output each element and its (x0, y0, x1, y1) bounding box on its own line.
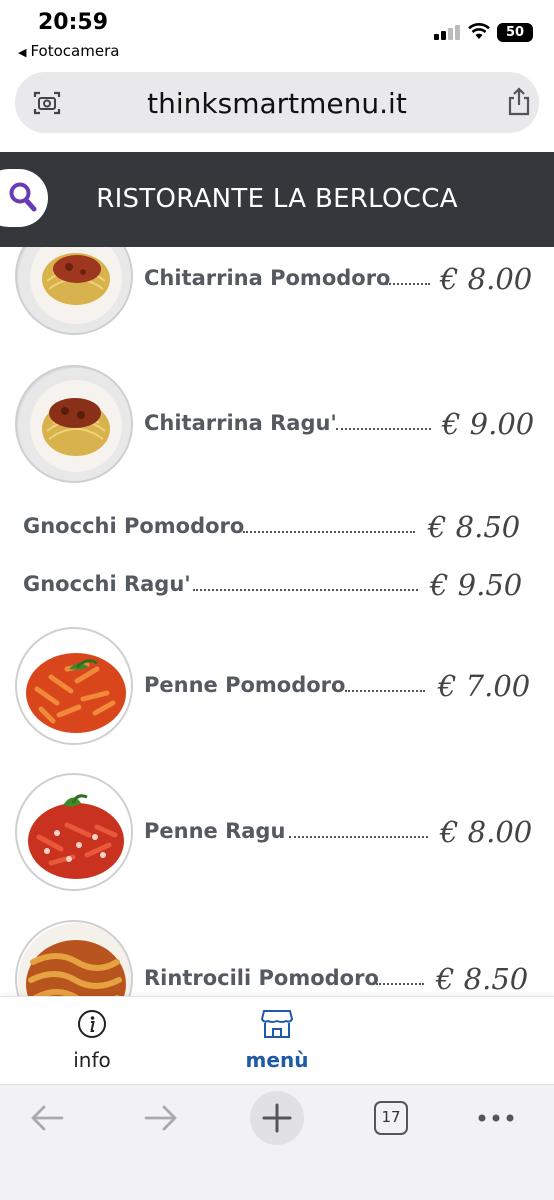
dish-image (15, 365, 133, 483)
more-options-icon[interactable] (476, 1099, 516, 1149)
bottom-tab-bar: info menù (0, 996, 554, 1084)
restaurant-header: RISTORANTE LA BERLOCCA (0, 152, 554, 247)
menu-item[interactable]: Gnocchi Pomodoro € 8.50 (0, 505, 554, 553)
dish-image (15, 247, 133, 335)
dish-name: Chitarrina Ragu' (144, 411, 337, 435)
info-icon (78, 1010, 106, 1038)
dish-name: Gnocchi Pomodoro (23, 514, 245, 538)
dish-price: € 7.00 (438, 669, 531, 703)
wifi-icon (468, 23, 490, 39)
status-bar: 20:59 ◀ Fotocamera 50 (0, 0, 554, 64)
restaurant-name: RISTORANTE LA BERLOCCA (96, 184, 458, 214)
leader-dots (386, 283, 430, 285)
tab-menu-label: menù (245, 1048, 309, 1072)
plus-icon (262, 1103, 292, 1133)
dish-price: € 8.50 (436, 962, 529, 996)
leader-dots (243, 531, 415, 533)
menu-item[interactable]: Penne Ragu € 8.00 (0, 773, 554, 897)
back-triangle-icon: ◀ (18, 46, 27, 59)
browser-toolbar: 17 (0, 1084, 554, 1200)
dish-image (15, 773, 133, 891)
storefront-icon (260, 1010, 294, 1038)
menu-item[interactable]: Rintrocili Pomodoro € 8.50 (0, 920, 554, 996)
address-bar[interactable]: thinksmartmenu.it (15, 72, 539, 133)
dish-name: Penne Pomodoro (144, 673, 346, 697)
menu-item[interactable]: Chitarrina Pomodoro € 8.00 (0, 247, 554, 347)
dish-name: Gnocchi Ragu' (23, 572, 191, 596)
dish-image (15, 920, 133, 996)
dish-price: € 8.00 (440, 262, 533, 296)
dish-price: € 9.00 (442, 407, 535, 441)
dish-name: Rintrocili Pomodoro (144, 966, 379, 990)
leader-dots (376, 983, 424, 985)
dish-name: Chitarrina Pomodoro (144, 266, 391, 290)
status-time: 20:59 (38, 10, 109, 35)
leader-dots (193, 589, 418, 591)
menu-list[interactable]: Chitarrina Pomodoro € 8.00 Chitarrina Ra… (0, 247, 554, 996)
leader-dots (336, 428, 431, 430)
url-text[interactable]: thinksmartmenu.it (15, 87, 539, 120)
new-tab-button[interactable] (250, 1091, 304, 1145)
menu-item[interactable]: Gnocchi Ragu' € 9.50 (0, 563, 554, 611)
tab-info[interactable]: info (32, 1009, 152, 1072)
share-icon[interactable] (505, 87, 533, 117)
cellular-signal-icon (434, 24, 462, 40)
dish-image (15, 627, 133, 745)
menu-item[interactable]: Chitarrina Ragu' € 9.00 (0, 365, 554, 489)
dish-price: € 8.50 (428, 510, 521, 544)
leader-dots (345, 690, 425, 692)
leader-dots (289, 836, 428, 838)
battery-indicator: 50 (497, 23, 533, 42)
dish-price: € 9.50 (430, 568, 523, 602)
back-to-app-link[interactable]: ◀ Fotocamera (18, 42, 119, 60)
dish-price: € 8.00 (440, 815, 533, 849)
tab-info-label: info (73, 1048, 111, 1072)
back-app-label: Fotocamera (30, 42, 120, 60)
tab-switcher-button[interactable]: 17 (374, 1101, 408, 1135)
back-arrow-icon[interactable] (28, 1099, 66, 1149)
forward-arrow-icon[interactable] (142, 1099, 180, 1149)
menu-item[interactable]: Penne Pomodoro € 7.00 (0, 627, 554, 751)
tab-menu[interactable]: menù (217, 1009, 337, 1072)
dish-name: Penne Ragu (144, 819, 286, 843)
